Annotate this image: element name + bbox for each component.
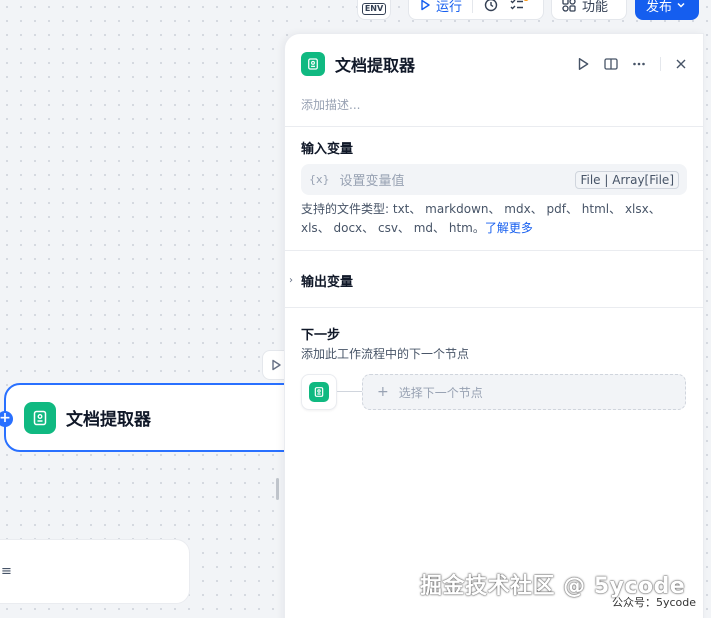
split-view-icon[interactable]: [604, 57, 618, 71]
connector-line: [337, 391, 363, 392]
node-settings-panel: 文档提取器 添加描述... 输入变量 {x} 设置变量值 File | Arra…: [284, 33, 704, 618]
history-icon[interactable]: [483, 0, 499, 13]
env-button[interactable]: ENV: [357, 0, 391, 20]
current-node-icon: [301, 374, 337, 410]
play-icon: [272, 359, 281, 371]
chevron-right-icon: ›: [289, 275, 293, 286]
run-button[interactable]: 运行: [419, 0, 462, 15]
features-label: 功能: [582, 0, 609, 15]
panel-title[interactable]: 文档提取器: [335, 52, 415, 76]
node-title: 文档提取器: [66, 410, 151, 430]
more-icon[interactable]: [632, 57, 646, 71]
env-icon: ENV: [361, 3, 387, 15]
supported-file-types: 支持的文件类型: txt、 markdown、 mdx、 pdf、 html、 …: [301, 200, 691, 238]
panel-header: 文档提取器: [301, 52, 687, 76]
features-icon: [562, 0, 576, 12]
run-toolbar: 运行: [408, 0, 544, 20]
next-step-label: 下一步: [301, 328, 341, 343]
output-variables-toggle[interactable]: › 输出变量: [289, 271, 353, 290]
divider: [285, 307, 703, 308]
next-step-row: + 选择下一个节点: [301, 372, 687, 410]
add-node-handle[interactable]: +: [0, 411, 13, 427]
divider: [660, 57, 661, 71]
checklist-icon: [510, 0, 524, 10]
next-step-description: 添加此工作流程中的下一个节点: [301, 347, 470, 361]
input-variable-field[interactable]: {x} 设置变量值 File | Array[File]: [301, 164, 687, 195]
play-icon[interactable]: [576, 57, 590, 71]
output-variables-label: 输出变量: [301, 275, 354, 290]
workflow-node-doc-extractor[interactable]: + 文档提取器: [0, 383, 304, 452]
play-icon: [421, 0, 430, 11]
close-icon[interactable]: [675, 58, 687, 70]
description-field[interactable]: 添加描述...: [301, 96, 360, 113]
panel-actions: [576, 57, 687, 71]
workflow-node-partial[interactable]: ≡: [0, 539, 190, 604]
learn-more-link[interactable]: 了解更多: [485, 221, 533, 235]
resize-handle[interactable]: [276, 478, 279, 500]
input-variables-label: 输入变量: [301, 142, 354, 157]
node-label-partial: ≡: [1, 564, 12, 579]
variable-icon: {x}: [309, 173, 330, 186]
doc-extractor-icon: [24, 401, 56, 434]
doc-extractor-icon: [301, 52, 325, 76]
plus-icon: +: [377, 384, 389, 400]
doc-extractor-icon: [309, 382, 329, 402]
divider: [285, 126, 703, 127]
variable-type-tag: File | Array[File]: [575, 170, 679, 189]
divider: [285, 250, 703, 251]
supported-file-types-text: 支持的文件类型: txt、 markdown、 mdx、 pdf、 html、 …: [301, 202, 661, 235]
input-variable-placeholder: 设置变量值: [339, 174, 405, 189]
checklist-button[interactable]: [509, 0, 530, 13]
publish-label: 发布: [646, 0, 673, 15]
select-next-node-label: 选择下一个节点: [398, 385, 483, 400]
divider: [472, 0, 474, 13]
select-next-node-button[interactable]: + 选择下一个节点: [362, 374, 686, 410]
chevron-down-icon: [677, 2, 685, 8]
features-button[interactable]: 功能: [551, 0, 627, 20]
publish-button[interactable]: 发布: [635, 0, 699, 20]
run-label: 运行: [436, 0, 463, 15]
watermark-sub: 公众号：5ycode: [612, 596, 697, 609]
